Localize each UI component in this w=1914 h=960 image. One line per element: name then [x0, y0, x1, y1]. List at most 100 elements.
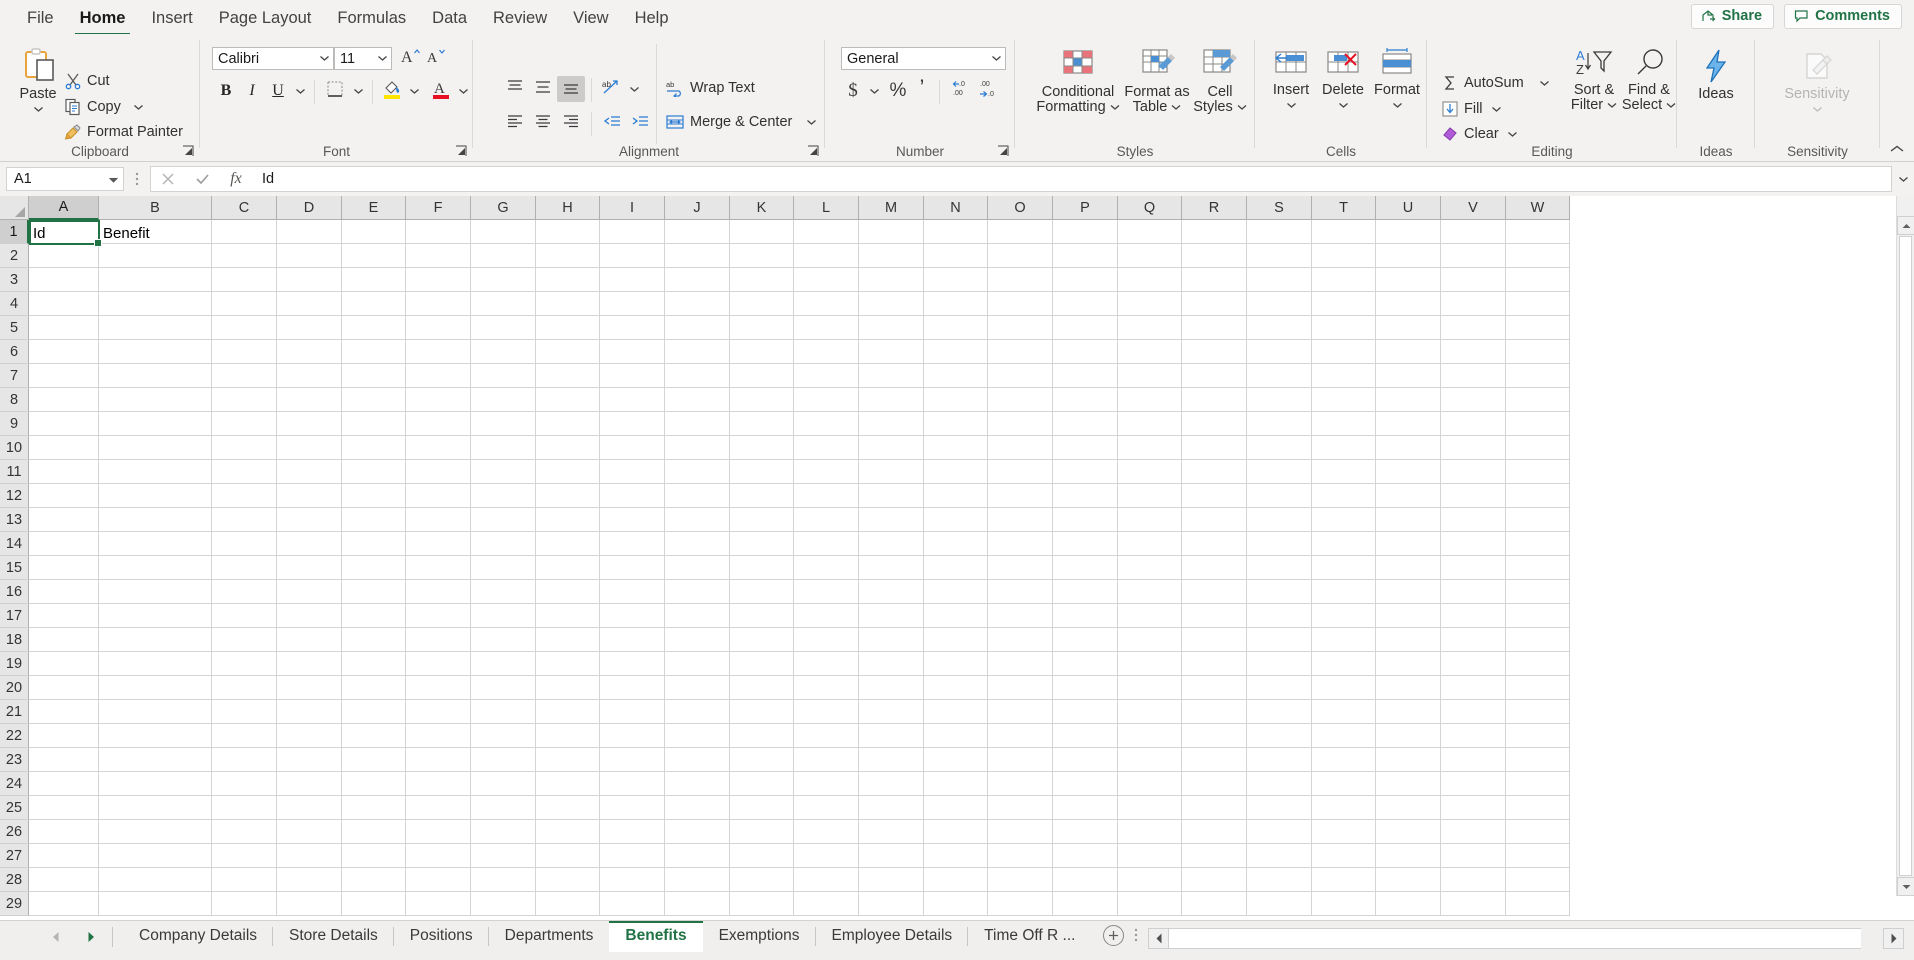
cell-F27[interactable]	[406, 844, 471, 868]
cell-L24[interactable]	[794, 772, 859, 796]
cell-Q22[interactable]	[1118, 724, 1182, 748]
cell-S8[interactable]	[1247, 388, 1312, 412]
cell-G5[interactable]	[471, 316, 536, 340]
sheet-tab-company-details[interactable]: Company Details	[123, 921, 273, 952]
cell-M8[interactable]	[859, 388, 924, 412]
cell-L27[interactable]	[794, 844, 859, 868]
cell-E13[interactable]	[342, 508, 406, 532]
cell-V18[interactable]	[1441, 628, 1506, 652]
cell-S13[interactable]	[1247, 508, 1312, 532]
number-dialog-launcher-icon[interactable]	[996, 144, 1010, 158]
cell-R9[interactable]	[1182, 412, 1247, 436]
cell-W12[interactable]	[1506, 484, 1570, 508]
cell-M15[interactable]	[859, 556, 924, 580]
row-header-28[interactable]: 28	[0, 868, 29, 892]
cell-G10[interactable]	[471, 436, 536, 460]
sheet-tab-options-icon[interactable]	[1134, 927, 1138, 943]
cell-F15[interactable]	[406, 556, 471, 580]
cell-S6[interactable]	[1247, 340, 1312, 364]
chevron-down-icon[interactable]	[806, 114, 817, 130]
cell-G23[interactable]	[471, 748, 536, 772]
cell-Q3[interactable]	[1118, 268, 1182, 292]
cell-I15[interactable]	[600, 556, 665, 580]
percent-format-button[interactable]: %	[885, 78, 911, 104]
borders-button[interactable]	[321, 78, 349, 104]
cell-V16[interactable]	[1441, 580, 1506, 604]
cell-J12[interactable]	[665, 484, 730, 508]
cell-H19[interactable]	[536, 652, 600, 676]
cell-P20[interactable]	[1053, 676, 1118, 700]
cell-B10[interactable]	[99, 436, 212, 460]
menu-tab-review[interactable]: Review	[480, 3, 560, 34]
cell-E27[interactable]	[342, 844, 406, 868]
scroll-up-icon[interactable]	[1897, 216, 1914, 235]
cell-M17[interactable]	[859, 604, 924, 628]
cell-L15[interactable]	[794, 556, 859, 580]
cell-U24[interactable]	[1376, 772, 1441, 796]
ideas-button[interactable]: Ideas	[1691, 48, 1741, 102]
cell-M27[interactable]	[859, 844, 924, 868]
name-box[interactable]: A1	[6, 167, 124, 191]
cell-I29[interactable]	[600, 892, 665, 916]
cell-O23[interactable]	[988, 748, 1053, 772]
cell-M7[interactable]	[859, 364, 924, 388]
cell-S21[interactable]	[1247, 700, 1312, 724]
cell-B25[interactable]	[99, 796, 212, 820]
cell-K25[interactable]	[730, 796, 794, 820]
collapse-ribbon-icon[interactable]	[1887, 140, 1907, 158]
cell-I14[interactable]	[600, 532, 665, 556]
cell-C19[interactable]	[212, 652, 277, 676]
cell-D20[interactable]	[277, 676, 342, 700]
cell-R10[interactable]	[1182, 436, 1247, 460]
cell-N3[interactable]	[924, 268, 988, 292]
fill-color-dropdown[interactable]	[405, 80, 423, 102]
cell-S22[interactable]	[1247, 724, 1312, 748]
cell-U12[interactable]	[1376, 484, 1441, 508]
cell-A12[interactable]	[29, 484, 99, 508]
cell-C4[interactable]	[212, 292, 277, 316]
chevron-down-icon[interactable]	[1507, 126, 1518, 142]
cell-G9[interactable]	[471, 412, 536, 436]
cell-T2[interactable]	[1312, 244, 1376, 268]
cell-H11[interactable]	[536, 460, 600, 484]
cell-T13[interactable]	[1312, 508, 1376, 532]
insert-function-icon[interactable]: fx	[219, 166, 253, 192]
cell-M22[interactable]	[859, 724, 924, 748]
cell-Q24[interactable]	[1118, 772, 1182, 796]
chevron-down-icon[interactable]	[1491, 101, 1502, 117]
cell-J1[interactable]	[665, 220, 730, 244]
paste-button[interactable]: Paste	[8, 46, 68, 117]
cell-F11[interactable]	[406, 460, 471, 484]
cell-S11[interactable]	[1247, 460, 1312, 484]
cell-W26[interactable]	[1506, 820, 1570, 844]
cell-W27[interactable]	[1506, 844, 1570, 868]
cell-V26[interactable]	[1441, 820, 1506, 844]
cell-P27[interactable]	[1053, 844, 1118, 868]
cell-E15[interactable]	[342, 556, 406, 580]
cell-J3[interactable]	[665, 268, 730, 292]
cell-G24[interactable]	[471, 772, 536, 796]
cell-K18[interactable]	[730, 628, 794, 652]
cell-K14[interactable]	[730, 532, 794, 556]
cell-V14[interactable]	[1441, 532, 1506, 556]
cell-E25[interactable]	[342, 796, 406, 820]
column-header-D[interactable]: D	[277, 196, 342, 220]
cell-B18[interactable]	[99, 628, 212, 652]
cell-J24[interactable]	[665, 772, 730, 796]
cell-U28[interactable]	[1376, 868, 1441, 892]
cell-V23[interactable]	[1441, 748, 1506, 772]
cell-D25[interactable]	[277, 796, 342, 820]
row-header-4[interactable]: 4	[0, 292, 29, 316]
cell-V9[interactable]	[1441, 412, 1506, 436]
scroll-down-icon[interactable]	[1897, 877, 1914, 896]
cell-N24[interactable]	[924, 772, 988, 796]
cell-B13[interactable]	[99, 508, 212, 532]
cell-I2[interactable]	[600, 244, 665, 268]
cell-W4[interactable]	[1506, 292, 1570, 316]
cell-A23[interactable]	[29, 748, 99, 772]
cell-K12[interactable]	[730, 484, 794, 508]
cell-N7[interactable]	[924, 364, 988, 388]
decrease-font-size-button[interactable]: A	[424, 46, 450, 71]
cell-I3[interactable]	[600, 268, 665, 292]
menu-tab-file[interactable]: File	[14, 3, 67, 34]
